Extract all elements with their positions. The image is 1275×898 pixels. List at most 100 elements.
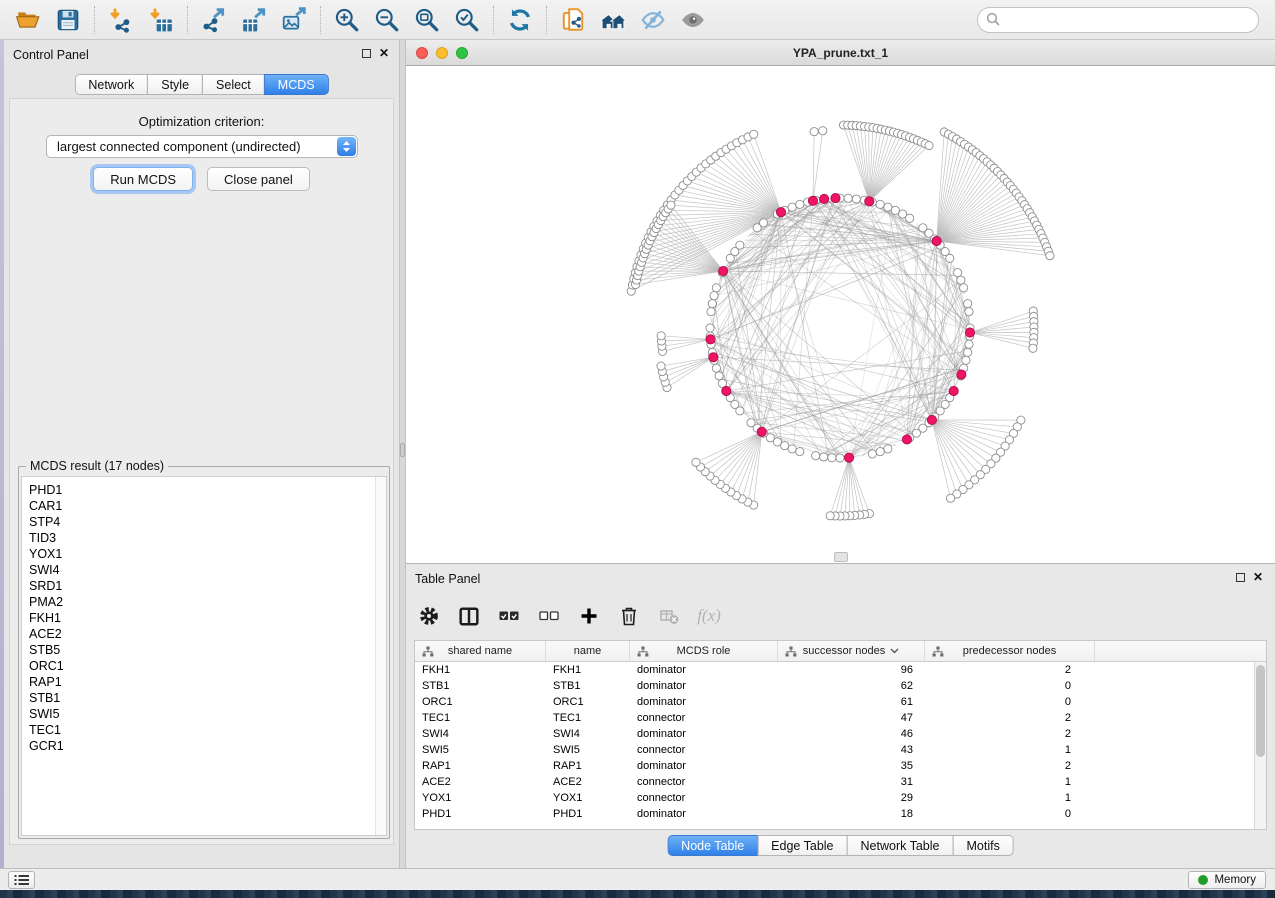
deselect-all-button[interactable] xyxy=(536,602,562,630)
mcds-result-item[interactable]: YOX1 xyxy=(29,546,386,562)
table-tab-network-table[interactable]: Network Table xyxy=(847,835,954,856)
column-header-shared-name[interactable]: shared name xyxy=(415,641,546,661)
column-header-predecessor-nodes[interactable]: predecessor nodes xyxy=(925,641,1095,661)
import-network-button[interactable] xyxy=(101,4,141,36)
optimization-criterion-select[interactable]: largest connected component (undirected) xyxy=(46,135,358,158)
table-tab-edge-table[interactable]: Edge Table xyxy=(757,835,847,856)
mcds-result-item[interactable]: FKH1 xyxy=(29,610,386,626)
mcds-result-item[interactable]: RAP1 xyxy=(29,674,386,690)
mcds-result-item[interactable]: ORC1 xyxy=(29,658,386,674)
toolbar-separator xyxy=(546,6,547,34)
search-input[interactable] xyxy=(977,7,1259,33)
memory-button[interactable]: Memory xyxy=(1188,871,1266,889)
mcds-result-item[interactable]: GCR1 xyxy=(29,738,386,754)
mcds-result-item[interactable]: STP4 xyxy=(29,514,386,530)
column-header-name[interactable]: name xyxy=(546,641,630,661)
ring-nodes xyxy=(627,121,1054,520)
show-panels-button[interactable] xyxy=(8,871,35,889)
splitter-grip[interactable] xyxy=(400,443,405,457)
table-cell: 47 xyxy=(778,710,925,726)
column-header-successor-nodes[interactable]: successor nodes xyxy=(778,641,925,661)
mcds-result-item[interactable]: PMA2 xyxy=(29,594,386,610)
selected-criterion: largest connected component (undirected) xyxy=(57,139,301,154)
run-mcds-button[interactable]: Run MCDS xyxy=(93,167,193,191)
table-row[interactable]: YOX1YOX1connector291 xyxy=(415,790,1266,806)
export-image-button[interactable] xyxy=(274,4,314,36)
tab-network[interactable]: Network xyxy=(74,74,148,95)
table-cell: connector xyxy=(630,742,778,758)
table-row[interactable]: TEC1TEC1connector472 xyxy=(415,710,1266,726)
table-row[interactable]: ACE2ACE2connector311 xyxy=(415,774,1266,790)
table-scrollbar-thumb[interactable] xyxy=(1256,665,1265,757)
table-cell: STB1 xyxy=(546,678,630,694)
float-panel-icon[interactable] xyxy=(362,49,371,58)
show-all-button[interactable] xyxy=(673,4,713,36)
zoom-selected-button[interactable] xyxy=(447,4,487,36)
table-cell: 31 xyxy=(778,774,925,790)
table-row[interactable]: ORC1ORC1dominator610 xyxy=(415,694,1266,710)
table-row[interactable]: RAP1RAP1dominator352 xyxy=(415,758,1266,774)
close-panel-button[interactable]: Close panel xyxy=(207,167,310,191)
mcds-result-item[interactable]: SRD1 xyxy=(29,578,386,594)
duplicate-network-button[interactable] xyxy=(553,4,593,36)
zoom-in-button[interactable] xyxy=(327,4,367,36)
close-table-panel-icon[interactable]: ✕ xyxy=(1253,570,1263,584)
open-file-button[interactable] xyxy=(8,4,48,36)
import-table-button[interactable] xyxy=(141,4,181,36)
zoom-fit-button[interactable] xyxy=(407,4,447,36)
zoom-out-button[interactable] xyxy=(367,4,407,36)
mcds-result-list[interactable]: PHD1CAR1STP4TID3YOX1SWI4SRD1PMA2FKH1ACE2… xyxy=(21,476,387,836)
mcds-result-item[interactable]: CAR1 xyxy=(29,498,386,514)
gear-button[interactable] xyxy=(416,602,442,630)
close-panel-icon[interactable]: ✕ xyxy=(379,46,389,60)
table-scrollbar[interactable] xyxy=(1254,662,1266,829)
horizontal-splitter-grip[interactable] xyxy=(834,552,848,562)
delete-table-button[interactable] xyxy=(656,602,682,630)
table-tab-motifs[interactable]: Motifs xyxy=(952,835,1013,856)
export-table-button[interactable] xyxy=(234,4,274,36)
refresh-button[interactable] xyxy=(500,4,540,36)
add-column-button[interactable] xyxy=(576,602,602,630)
mcds-result-item[interactable]: PHD1 xyxy=(29,482,386,498)
toolbar-icon-groups xyxy=(8,0,713,39)
delete-button[interactable] xyxy=(616,602,642,630)
vertical-splitter[interactable] xyxy=(399,40,406,868)
table-row[interactable]: SWI4SWI4dominator462 xyxy=(415,726,1266,742)
function-builder-button[interactable]: f(x) xyxy=(696,602,722,630)
export-network-button[interactable] xyxy=(194,4,234,36)
table-row[interactable]: PHD1PHD1dominator180 xyxy=(415,806,1266,822)
duplicate-network-icon xyxy=(560,7,586,33)
select-all-button[interactable] xyxy=(496,602,522,630)
table-tab-node-table[interactable]: Node Table xyxy=(667,835,758,856)
column-header-MCDS-role[interactable]: MCDS role xyxy=(630,641,778,661)
hide-selected-button[interactable] xyxy=(633,4,673,36)
mcds-result-item[interactable]: TEC1 xyxy=(29,722,386,738)
table-cell: ACE2 xyxy=(415,774,546,790)
table-row[interactable]: FKH1FKH1dominator962 xyxy=(415,662,1266,678)
add-column-icon xyxy=(580,607,598,625)
first-neighbors-button[interactable] xyxy=(593,4,633,36)
split-panel-button[interactable] xyxy=(456,602,482,630)
mcds-result-item[interactable]: ACE2 xyxy=(29,626,386,642)
table-row[interactable]: STB1STB1dominator620 xyxy=(415,678,1266,694)
refresh-icon xyxy=(507,7,533,33)
result-list-scrollbar[interactable] xyxy=(375,477,386,835)
save-session-button[interactable] xyxy=(48,4,88,36)
tab-style[interactable]: Style xyxy=(147,74,203,95)
tab-mcds[interactable]: MCDS xyxy=(264,74,329,95)
mcds-result-item[interactable]: STB1 xyxy=(29,690,386,706)
function-builder-icon: f(x) xyxy=(697,606,721,626)
table-cell xyxy=(1095,758,1266,774)
column-label: MCDS role xyxy=(677,645,731,657)
network-canvas[interactable] xyxy=(406,66,1275,563)
mcds-result-item[interactable]: TID3 xyxy=(29,530,386,546)
mcds-result-item[interactable]: SWI5 xyxy=(29,706,386,722)
mcds-result-item[interactable]: SWI4 xyxy=(29,562,386,578)
tab-select[interactable]: Select xyxy=(202,74,265,95)
toolbar-separator xyxy=(493,6,494,34)
table-cell: 46 xyxy=(778,726,925,742)
mcds-result-item[interactable]: STB5 xyxy=(29,642,386,658)
table-row[interactable]: SWI5SWI5connector431 xyxy=(415,742,1266,758)
float-table-panel-icon[interactable] xyxy=(1236,573,1245,582)
application-window: Control Panel ✕ NetworkStyleSelectMCDS O… xyxy=(0,0,1275,898)
